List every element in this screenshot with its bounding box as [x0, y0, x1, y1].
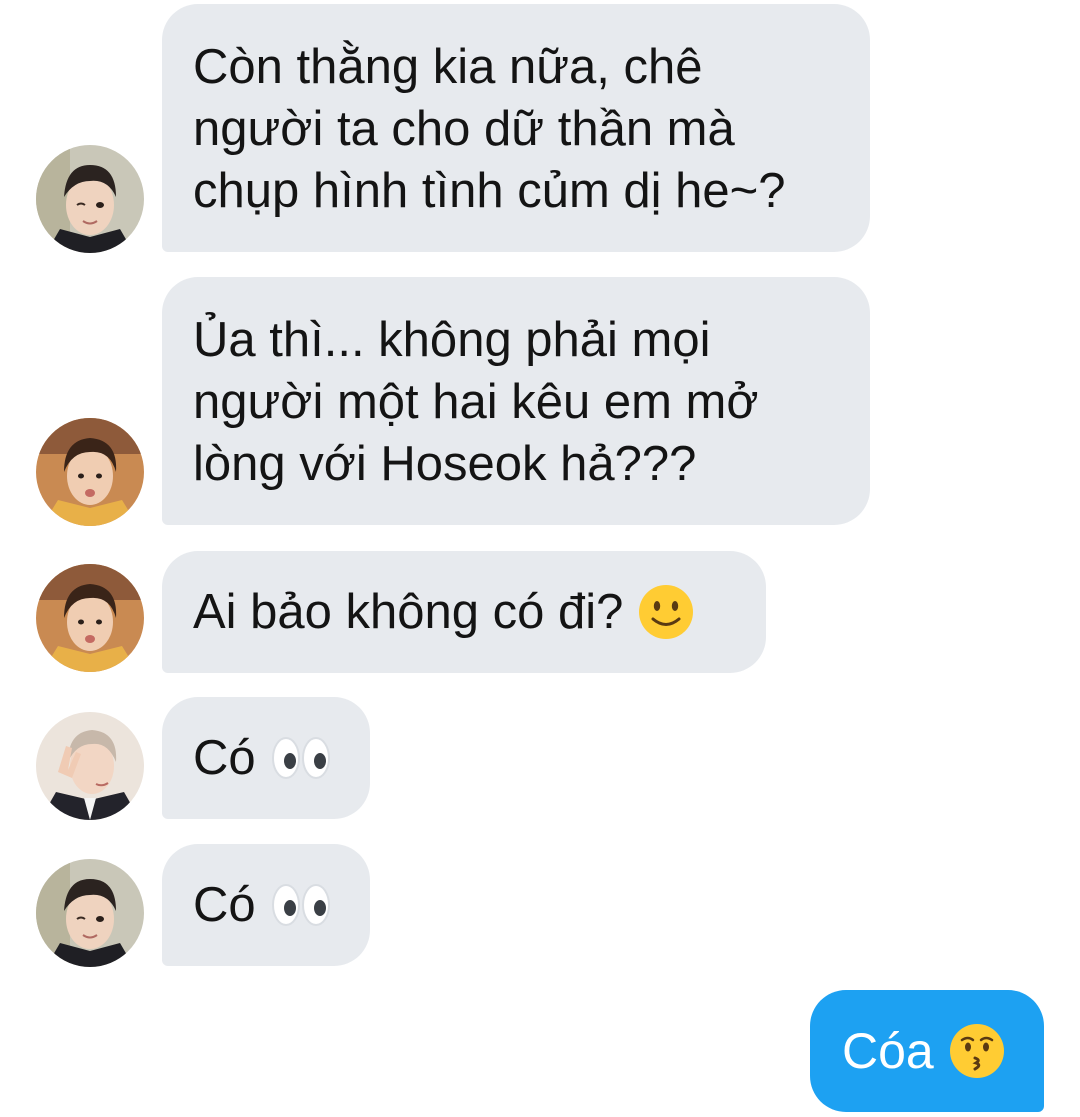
avatar-v-pout[interactable] — [36, 564, 144, 672]
message-text: Cóa — [842, 1023, 934, 1079]
avatar-jin-wink[interactable] — [36, 145, 144, 253]
message-bubble-incoming[interactable]: Có — [162, 697, 370, 819]
message-bubble-incoming[interactable]: Ai bảo không có đi? — [162, 551, 766, 673]
message-bubble-incoming[interactable]: Còn thằng kia nữa, chê người ta cho dữ t… — [162, 4, 870, 252]
message-text: Có — [193, 878, 256, 932]
message-bubble-outgoing[interactable]: Cóa — [810, 990, 1044, 1112]
kissing-face-emoji — [948, 1022, 1006, 1080]
eyes-emoji — [270, 882, 332, 928]
message-text-line: người một hai kêu em mở — [193, 375, 759, 429]
message-text-line: Ủa thì... không phải mọi — [193, 313, 711, 367]
avatar-rm-peace[interactable] — [36, 712, 144, 820]
message-text-line: chụp hình tình củm dị he~? — [193, 164, 786, 218]
message-bubble-incoming[interactable]: Ủa thì... không phải mọi người một hai k… — [162, 277, 870, 525]
avatar-v-pout[interactable] — [36, 418, 144, 526]
avatar-jin-wink[interactable] — [36, 859, 144, 967]
message-text-line: người ta cho dữ thần mà — [193, 102, 735, 156]
message-text-line: Còn thằng kia nữa, chê — [193, 40, 703, 94]
message-text-line: lòng với Hoseok hả??? — [193, 437, 697, 491]
message-bubble-incoming[interactable]: Có — [162, 844, 370, 966]
message-text: Ai bảo không có đi? — [193, 585, 624, 639]
eyes-emoji — [270, 735, 332, 781]
message-text: Có — [193, 731, 256, 785]
slightly-smiling-face-emoji — [637, 583, 695, 641]
